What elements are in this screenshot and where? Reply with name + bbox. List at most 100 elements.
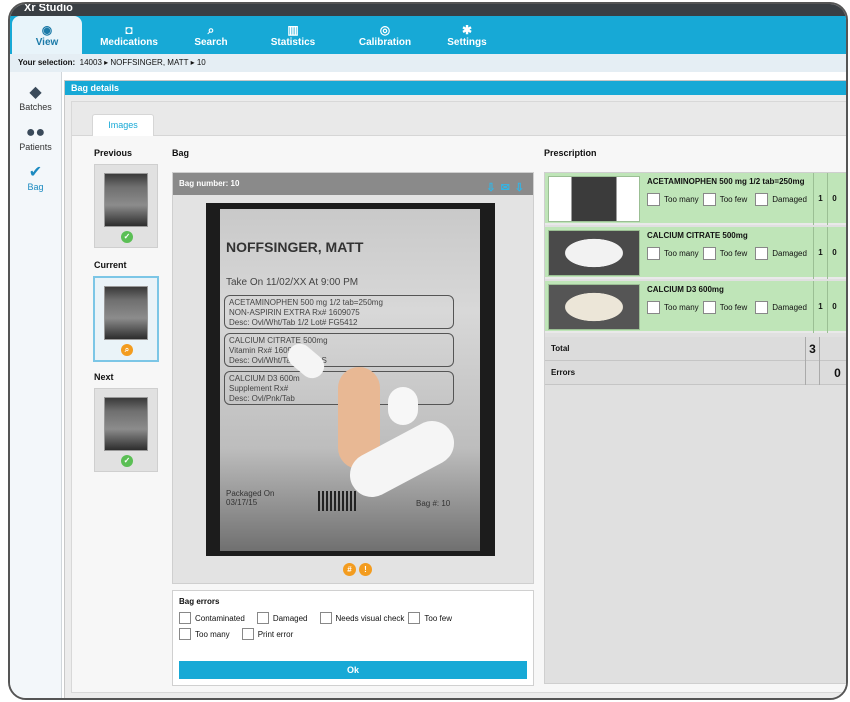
tab-view[interactable]: ◉ View bbox=[12, 16, 82, 54]
sidebar-item-bag[interactable]: ✔ Bag bbox=[10, 164, 61, 192]
search-icon: ⌕ bbox=[207, 22, 215, 37]
tags-icon: ◆ bbox=[29, 84, 42, 101]
errors-value: 0 bbox=[819, 361, 846, 385]
tab-statistics[interactable]: ▥ Statistics bbox=[248, 16, 338, 54]
tab-medications[interactable]: ◘ Medications bbox=[84, 16, 174, 54]
damaged-checkbox[interactable] bbox=[755, 247, 769, 260]
checkbox-box[interactable] bbox=[179, 628, 191, 640]
alert-icon[interactable]: ! bbox=[359, 563, 372, 576]
panel-body: Images Previous ✓ Current ⌕ Next ✓ Bag B… bbox=[71, 101, 846, 693]
eye-icon: ◉ bbox=[41, 22, 53, 37]
medication-image[interactable] bbox=[548, 176, 640, 222]
pouch-take-on: Take On 11/02/XX At 9:00 PM bbox=[226, 277, 359, 288]
checkbox-label: Needs visual check bbox=[335, 613, 405, 623]
breadcrumb-bag[interactable]: 10 bbox=[197, 58, 206, 67]
check-icon: ✓ bbox=[121, 231, 133, 243]
option-label: Damaged bbox=[772, 249, 807, 258]
tab-images[interactable]: Images bbox=[92, 114, 154, 136]
checkbox-box[interactable] bbox=[241, 628, 254, 640]
tab-statistics-label: Statistics bbox=[270, 36, 316, 48]
option-label: Too many bbox=[664, 249, 699, 258]
bag-image-area: Bag number: 10 ⇩✉⇩ NOFFSINGER, MATT Take… bbox=[172, 172, 534, 584]
total-row: Total 3 bbox=[545, 337, 846, 361]
camera-icon: ◘ bbox=[125, 22, 133, 37]
medication-name: CALCIUM CITRATE 500mg bbox=[647, 231, 748, 240]
barcode bbox=[318, 491, 358, 511]
prescription-row: CALCIUM CITRATE 500mg Too many Too few D… bbox=[545, 227, 846, 279]
damaged-checkbox[interactable] bbox=[755, 193, 769, 206]
current-label: Current bbox=[94, 260, 127, 270]
hash-icon[interactable]: # bbox=[343, 563, 356, 576]
current-thumbnail[interactable]: ⌕ bbox=[93, 276, 159, 362]
contaminated-checkbox[interactable]: Contaminated bbox=[179, 612, 245, 624]
download-icon[interactable]: ⇩ bbox=[486, 182, 500, 194]
too-few-checkbox[interactable] bbox=[702, 247, 716, 260]
rx-line: NON-ASPIRIN EXTRA Rx# 1609075 bbox=[229, 308, 360, 317]
bag-tools: ⇩✉⇩ bbox=[486, 177, 529, 199]
option-label: Too many bbox=[664, 303, 699, 312]
bag-badges: #! bbox=[343, 563, 375, 576]
too-many-checkbox[interactable] bbox=[647, 301, 660, 314]
checkbox-box[interactable] bbox=[179, 612, 191, 624]
prescription-table: ACETAMINOPHEN 500 mg 1/2 tab=250mg Too m… bbox=[544, 172, 846, 684]
option-label: Too few bbox=[719, 249, 748, 258]
sidebar-item-patients[interactable]: ●● Patients bbox=[10, 124, 61, 152]
next-label: Next bbox=[94, 372, 114, 382]
damaged-checkbox[interactable] bbox=[755, 301, 769, 314]
checkbox-box[interactable] bbox=[319, 612, 332, 624]
bag-photo[interactable]: NOFFSINGER, MATT Take On 11/02/XX At 9:0… bbox=[206, 203, 495, 556]
thumbnail-image bbox=[104, 397, 148, 451]
total-value: 3 bbox=[805, 337, 819, 361]
next-thumbnail[interactable]: ✓ bbox=[94, 388, 158, 472]
checkbox-box[interactable] bbox=[256, 612, 269, 624]
checkbox-label: Print error bbox=[257, 629, 294, 639]
breadcrumb-patient-name[interactable]: NOFFSINGER, MATT bbox=[110, 58, 188, 67]
bag-errors-title: Bag errors bbox=[179, 597, 220, 606]
tab-calibration[interactable]: ◎ Calibration bbox=[340, 16, 430, 54]
tab-settings[interactable]: ✱ Settings bbox=[432, 16, 502, 54]
check-icon: ✓ bbox=[121, 455, 133, 467]
rx-line: CALCIUM CITRATE 500mg bbox=[229, 336, 328, 345]
medication-image[interactable] bbox=[548, 284, 640, 330]
medication-options: Too many Too few Damaged bbox=[647, 193, 807, 206]
checkbox-label: Too many bbox=[195, 629, 230, 639]
mail-icon[interactable]: ✉ bbox=[501, 182, 515, 194]
app-window: Xr Studio ◉ View ◘ Medications ⌕ Search … bbox=[8, 2, 848, 700]
pouch-image: NOFFSINGER, MATT Take On 11/02/XX At 9:0… bbox=[220, 209, 480, 551]
rx-line: Vitamin Rx# 1609075 bbox=[229, 346, 306, 355]
bag-errors-box: Bag errors Contaminated Damaged Needs vi… bbox=[172, 590, 534, 686]
print-error-checkbox[interactable]: Print error bbox=[241, 628, 294, 640]
too-few-checkbox[interactable] bbox=[702, 301, 716, 314]
too-many-checkbox[interactable] bbox=[647, 193, 660, 206]
medication-name: CALCIUM D3 600mg bbox=[647, 285, 724, 294]
tab-search[interactable]: ⌕ Search bbox=[176, 16, 246, 54]
previous-thumbnail[interactable]: ✓ bbox=[94, 164, 158, 248]
medication-count: 1 bbox=[813, 173, 827, 225]
target-icon: ◎ bbox=[379, 22, 391, 37]
magnify-icon: ⌕ bbox=[121, 344, 133, 356]
too-many-checkbox[interactable] bbox=[647, 247, 660, 260]
option-label: Too few bbox=[719, 303, 748, 312]
too-many-checkbox[interactable]: Too many bbox=[179, 628, 230, 640]
errors-row: Errors 0 bbox=[545, 361, 846, 385]
pill-white-half bbox=[388, 387, 418, 425]
sidebar-item-batches[interactable]: ◆ Batches bbox=[10, 84, 61, 112]
breadcrumb-patient-id[interactable]: 14003 bbox=[80, 58, 102, 67]
medication-errors: 0 bbox=[827, 227, 841, 279]
tab-search-label: Search bbox=[194, 36, 228, 48]
bar-chart-icon: ▥ bbox=[287, 22, 299, 37]
bag-errors-row: Contaminated Damaged Needs visual check … bbox=[179, 612, 527, 624]
ok-button[interactable]: Ok bbox=[179, 661, 527, 679]
checkbox-label: Contaminated bbox=[195, 613, 245, 623]
pouch-bag-number: Bag #: 10 bbox=[416, 499, 451, 508]
needs-visual-check-checkbox[interactable]: Needs visual check bbox=[319, 612, 405, 624]
damaged-checkbox[interactable]: Damaged bbox=[256, 612, 308, 624]
too-few-checkbox[interactable] bbox=[702, 193, 716, 206]
medication-image[interactable] bbox=[548, 230, 640, 276]
selection-label: Your selection: bbox=[18, 58, 76, 67]
panel-title: Bag details bbox=[65, 81, 846, 95]
export-icon[interactable]: ⇩ bbox=[515, 182, 529, 194]
checkbox-box[interactable] bbox=[408, 612, 421, 624]
medication-options: Too many Too few Damaged bbox=[647, 301, 807, 314]
too-few-checkbox[interactable]: Too few bbox=[408, 612, 452, 624]
